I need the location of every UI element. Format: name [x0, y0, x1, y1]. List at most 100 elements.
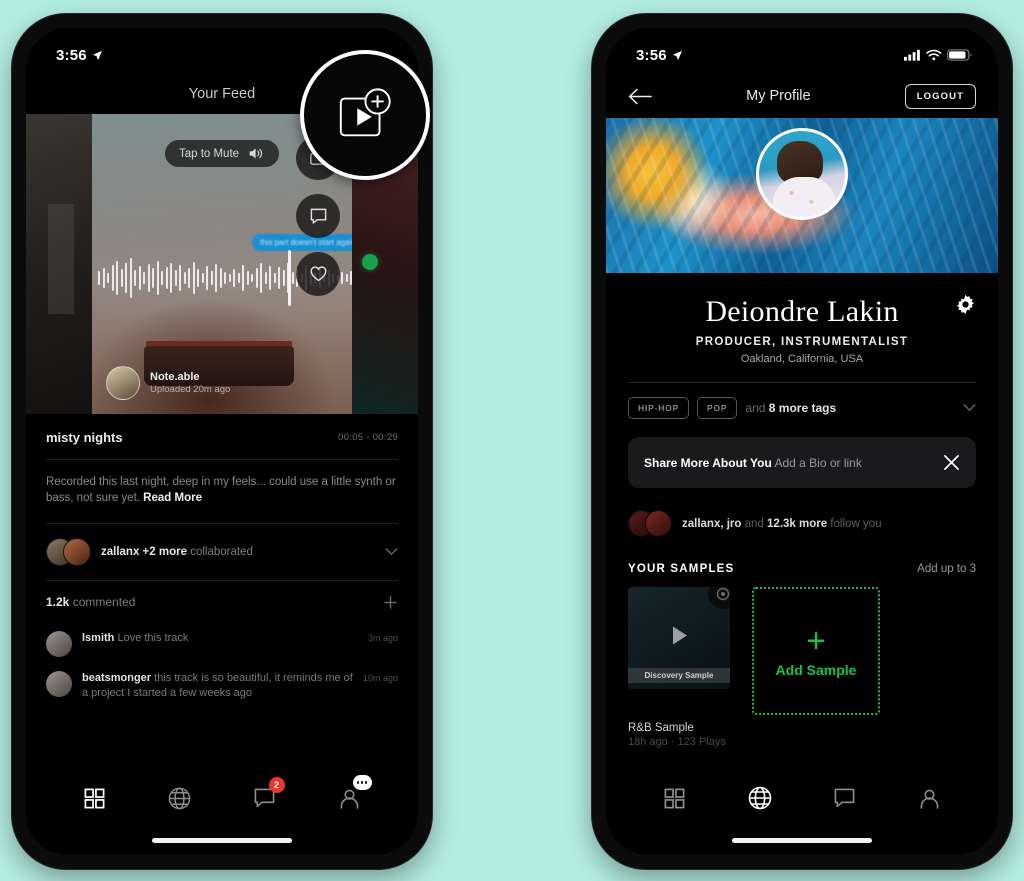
tags-more-count: 8 more tags: [768, 401, 837, 415]
list-item[interactable]: lsmith Love this track 3m ago: [46, 624, 398, 664]
home-indicator: [732, 838, 872, 843]
list-item[interactable]: beatsmonger this track is so beautiful, …: [46, 664, 398, 709]
globe-icon: [748, 786, 771, 810]
back-arrow-icon[interactable]: [628, 88, 652, 105]
plus-icon: +: [806, 622, 826, 660]
tab-grid[interactable]: [75, 781, 115, 815]
comment-body: beatsmonger this track is so beautiful, …: [82, 671, 353, 702]
add-sample-label: Add Sample: [775, 662, 857, 678]
waveform-bar: [111, 265, 114, 291]
tab-messages[interactable]: 2: [245, 777, 285, 815]
logout-button[interactable]: LOGOUT: [904, 83, 976, 109]
waveform-bar: [210, 271, 213, 285]
tag-chip[interactable]: HIP-HOP: [628, 397, 690, 419]
status-badge: 2: [268, 777, 285, 793]
phone-left: 3:56 Your Feed Tap to Mute this part doe…: [12, 14, 432, 869]
comment-user[interactable]: lsmith: [82, 632, 114, 644]
profile-name: Deiondre Lakin: [705, 295, 899, 328]
follower-avatars: [628, 510, 672, 537]
waveform-bar: [273, 273, 276, 283]
poster-timestamp: Uploaded 20m ago: [150, 384, 231, 395]
page-title: Your Feed: [188, 86, 256, 102]
waveform-bar: [147, 264, 150, 292]
status-time: 3:56: [636, 47, 683, 64]
tab-grid[interactable]: [655, 781, 695, 815]
notch: [718, 28, 886, 54]
chevron-down-icon[interactable]: [963, 404, 976, 412]
waveform-bar: [161, 271, 163, 285]
waveform-bar: [341, 272, 343, 284]
plus-icon[interactable]: [383, 595, 398, 610]
left-tabbar: 2: [26, 765, 418, 855]
waveform-bar: [179, 265, 181, 291]
play-button[interactable]: [666, 623, 692, 654]
waveform-bar: [183, 272, 186, 284]
collaborators-text: zallanx +2 more collaborated: [101, 546, 253, 558]
tab-profile[interactable]: [330, 775, 372, 815]
mute-toggle[interactable]: Tap to Mute: [164, 140, 280, 167]
add-sample-button[interactable]: + Add Sample: [752, 587, 880, 715]
like-button[interactable]: [296, 252, 340, 296]
waveform-bar: [269, 266, 271, 290]
close-icon[interactable]: [943, 454, 960, 471]
bio-prompt-banner[interactable]: Share More About You Add a Bio or link: [628, 437, 976, 488]
waveform-bar: [107, 273, 109, 283]
waveform-bar: [282, 270, 285, 286]
tab-discover[interactable]: [740, 781, 780, 815]
waveform-bar: [98, 271, 100, 285]
person-icon: [340, 789, 359, 809]
followers-text: zallanx, jro and 12.3k more follow you: [682, 518, 881, 530]
followers-row[interactable]: zallanx, jro and 12.3k more follow you: [606, 488, 998, 537]
comment-text: Love this track: [117, 631, 189, 644]
poster-info[interactable]: Note.able Uploaded 20m ago: [106, 366, 230, 400]
comment-count: 1.2k commented: [46, 595, 135, 609]
tag-chip[interactable]: POP: [697, 397, 738, 419]
globe-icon: [168, 787, 191, 809]
home-indicator: [152, 838, 292, 843]
gear-icon: [957, 294, 974, 315]
sample-record-badge[interactable]: [708, 587, 730, 609]
carousel-card-prev[interactable]: [26, 114, 92, 414]
waveform-bar: [174, 270, 177, 286]
avatar[interactable]: [756, 128, 848, 220]
right-tabbar: [606, 765, 998, 855]
bio-prompt-text: Share More About You Add a Bio or link: [644, 456, 862, 470]
tab-profile[interactable]: [910, 781, 950, 815]
status-time: 3:56: [56, 47, 103, 64]
comment-button[interactable]: [296, 194, 340, 238]
profile-role: PRODUCER, INSTRUMENTALIST: [695, 336, 909, 348]
comment-body: lsmith Love this track: [82, 631, 358, 646]
avatar: [46, 670, 72, 697]
play-icon: [673, 626, 687, 645]
sample-name: R&B Sample: [628, 722, 694, 734]
chevron-down-icon[interactable]: [385, 547, 398, 556]
tab-discover[interactable]: [160, 781, 200, 815]
waveform-bar: [264, 272, 267, 284]
page-title: My Profile: [746, 88, 811, 104]
waveform-playhead[interactable]: [288, 250, 291, 306]
waveform-bar: [255, 268, 258, 288]
waveform-bar: [188, 268, 190, 288]
sample-card[interactable]: Discovery Sample: [628, 587, 730, 689]
waveform-bar: [120, 269, 123, 287]
samples-hint: Add up to 3: [917, 563, 976, 575]
collaborator-names: zallanx +2 more: [101, 545, 187, 558]
feed-video-card[interactable]: Tap to Mute this part doesn't start agai…: [92, 114, 352, 414]
waveform-bar: [165, 267, 168, 289]
avatar: [46, 630, 72, 657]
read-more-link[interactable]: Read More: [143, 492, 202, 504]
track-timestamp: 00:05 - 00:29: [338, 432, 398, 443]
tab-messages[interactable]: [825, 781, 865, 815]
track-description: Recorded this last night, deep in my fee…: [46, 460, 398, 523]
waveform-bar: [350, 271, 352, 285]
waveform-bar: [237, 273, 240, 283]
profile-tags[interactable]: HIP-HOP POP and 8 more tags: [606, 383, 998, 419]
collaborators-row[interactable]: zallanx +2 more collaborated: [46, 524, 398, 580]
tags-more-prefix: and: [745, 401, 766, 415]
comment-user[interactable]: beatsmonger: [82, 672, 151, 684]
follower-names: zallanx, jro: [682, 517, 742, 530]
status-icons: [904, 49, 972, 61]
profile-location: Oakland, California, USA: [740, 353, 864, 365]
settings-button[interactable]: [955, 294, 976, 320]
more-options-bubble[interactable]: [352, 775, 372, 790]
